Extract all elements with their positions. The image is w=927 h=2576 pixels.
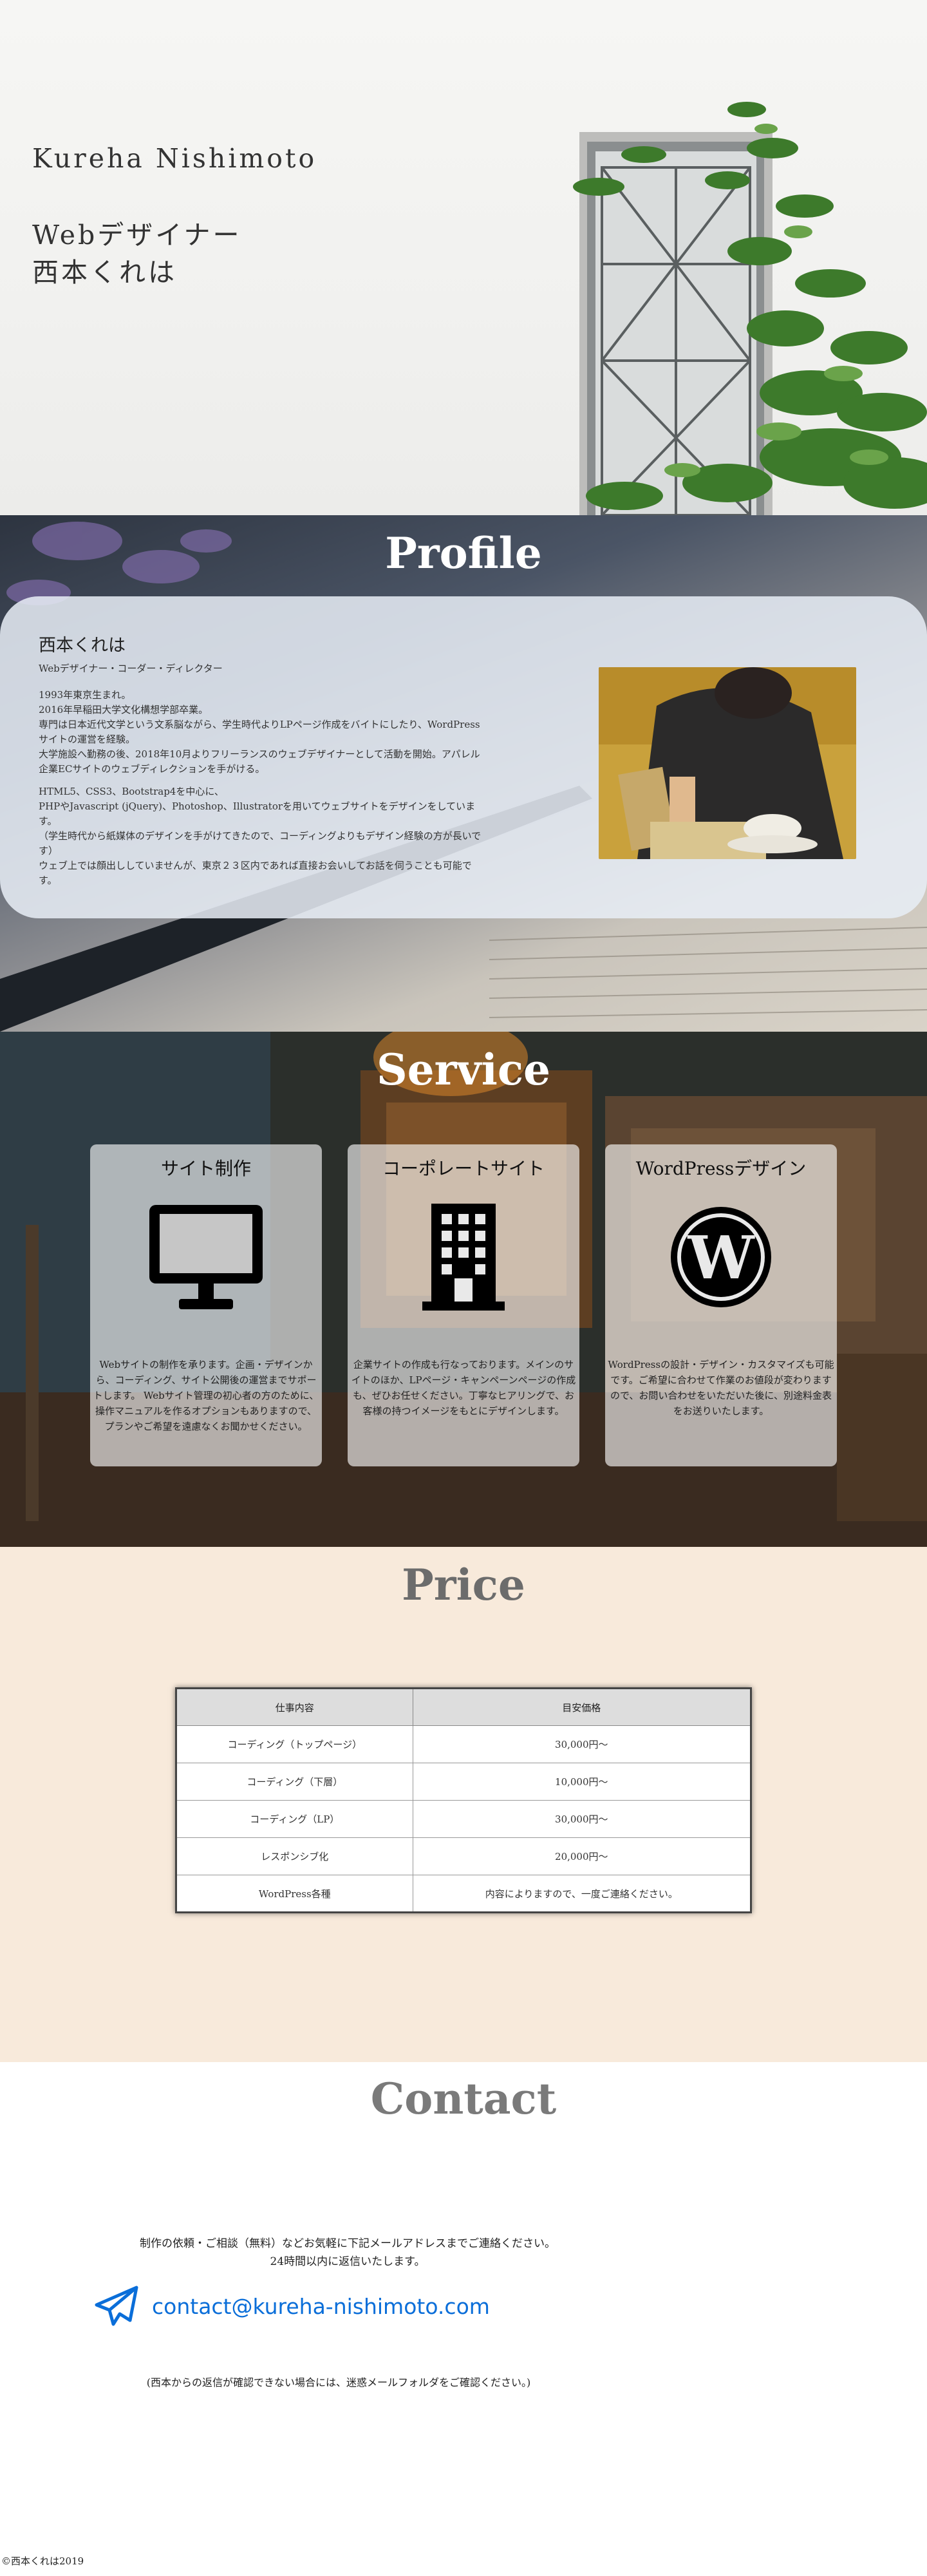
service-card-corporate: コーポレートサイト 企業サイトの作成も行なっております。メインのサイトのほか、L… [348, 1144, 579, 1466]
table-cell: 30,000円〜 [412, 1800, 752, 1838]
hero-window-ivy-image [573, 102, 927, 515]
service-card-title: サイト制作 [160, 1158, 251, 1179]
profile-section: Profile 西本くれは Webデザイナー・コーダー・ディレクター 1993年… [0, 515, 927, 1032]
hero-title: Webデザイナー 西本くれは [32, 216, 242, 291]
service-card-title: コーポレートサイト [382, 1158, 545, 1179]
price-heading: Price [402, 1560, 525, 1610]
service-card-wordpress: WordPressデザイン W WordPressの設計・デザイン・カスタマイズ… [605, 1144, 837, 1466]
service-card-text: Webサイトの制作を承ります。企画・デザインから、コーディング、サイト公開後の運… [93, 1359, 319, 1432]
table-row: レスポンシブ化 20,000円〜 [176, 1837, 752, 1875]
table-cell: コーディング（下層） [176, 1763, 413, 1801]
hero-title-line1: Webデザイナー [32, 220, 242, 251]
profile-bio-paragraph: 1993年東京生まれ。 2016年早稲田大学文化構想学部卒業。 専門は日本近代文… [39, 689, 480, 775]
table-cell: 内容によりますので、一度ご連絡ください。 [412, 1875, 752, 1913]
contact-section: Contact 制作の依頼・ご相談（無料）などお気軽に下記メールアドレスまでご連… [0, 2062, 927, 2576]
contact-note: (西本からの返信が確認できない場合には、迷惑メールフォルダをご確認ください。) [146, 2376, 531, 2389]
service-heading: Service [376, 1045, 551, 1095]
table-row: コーディング（トップページ） 30,000円〜 [176, 1725, 752, 1763]
paper-plane-icon [95, 2286, 138, 2326]
profile-heading: Profile [385, 528, 542, 578]
price-table: 仕事内容 目安価格 コーディング（トップページ） 30,000円〜 コーディング… [175, 1687, 752, 1913]
table-cell: コーディング（トップページ） [176, 1725, 413, 1763]
contact-intro: 制作の依頼・ご相談（無料）などお気軽に下記メールアドレスまでご連絡ください。 2… [0, 2235, 695, 2271]
wordpress-icon: W [671, 1207, 771, 1307]
profile-card: 西本くれは Webデザイナー・コーダー・ディレクター 1993年東京生まれ。 2… [0, 596, 927, 918]
table-row: コーディング（LP） 30,000円〜 [176, 1800, 752, 1838]
table-cell: 10,000円〜 [412, 1763, 752, 1801]
contact-intro-line1: 制作の依頼・ご相談（無料）などお気軽に下記メールアドレスまでご連絡ください。 [140, 2237, 556, 2250]
table-cell: 20,000円〜 [412, 1837, 752, 1875]
profile-photo [599, 667, 856, 859]
service-card-site: サイト制作 Webサイトの制作を承ります。企画・デザインから、コーディング、サイ… [90, 1144, 322, 1466]
table-cell: 30,000円〜 [412, 1725, 752, 1763]
table-cell: レスポンシブ化 [176, 1837, 413, 1875]
service-card-text: WordPressの設計・デザイン・カスタマイズも可能です。ご希望に合わせて作業… [608, 1359, 834, 1417]
profile-name: 西本くれは [39, 636, 126, 656]
profile-bio: 1993年東京生まれ。 2016年早稲田大学文化構想学部卒業。 専門は日本近代文… [39, 688, 489, 896]
contact-heading: Contact [370, 2074, 557, 2124]
building-icon [422, 1204, 505, 1311]
contact-intro-line2: 24時間以内に返信いたします。 [270, 2255, 426, 2268]
hero-name: Kureha Nishimoto [32, 143, 317, 174]
profile-bio-paragraph: HTML5、CSS3、Bootstrap4を中心に、 PHPやJavascrip… [39, 786, 482, 886]
hero-section: Kureha Nishimoto Webデザイナー 西本くれは [0, 0, 927, 515]
service-section: Service サイト制作 Webサイトの制作を承ります。企画・デザインから、コ… [0, 1032, 927, 1547]
table-header-row: 仕事内容 目安価格 [176, 1688, 752, 1726]
service-card-text: 企業サイトの作成も行なっております。メインのサイトのほか、LPページ・キャンペー… [351, 1359, 576, 1417]
table-cell: WordPress各種 [176, 1875, 413, 1913]
profile-role: Webデザイナー・コーダー・ディレクター [39, 663, 223, 674]
contact-email-link[interactable]: contact@kureha-nishimoto.com [152, 2294, 490, 2319]
table-row: コーディング（下層） 10,000円〜 [176, 1763, 752, 1801]
price-section: Price 仕事内容 目安価格 コーディング（トップページ） 30,000円〜 … [0, 1547, 927, 2062]
column-header: 目安価格 [412, 1688, 752, 1726]
footer-copyright: ©西本くれは2019 [1, 2555, 84, 2567]
monitor-icon [149, 1205, 263, 1309]
service-card-title: WordPressデザイン [635, 1158, 807, 1179]
table-row: WordPress各種 内容によりますので、一度ご連絡ください。 [176, 1875, 752, 1913]
svg-text:W: W [687, 1223, 755, 1293]
table-cell: コーディング（LP） [176, 1800, 413, 1838]
column-header: 仕事内容 [176, 1688, 413, 1726]
hero-title-line2: 西本くれは [32, 257, 177, 288]
